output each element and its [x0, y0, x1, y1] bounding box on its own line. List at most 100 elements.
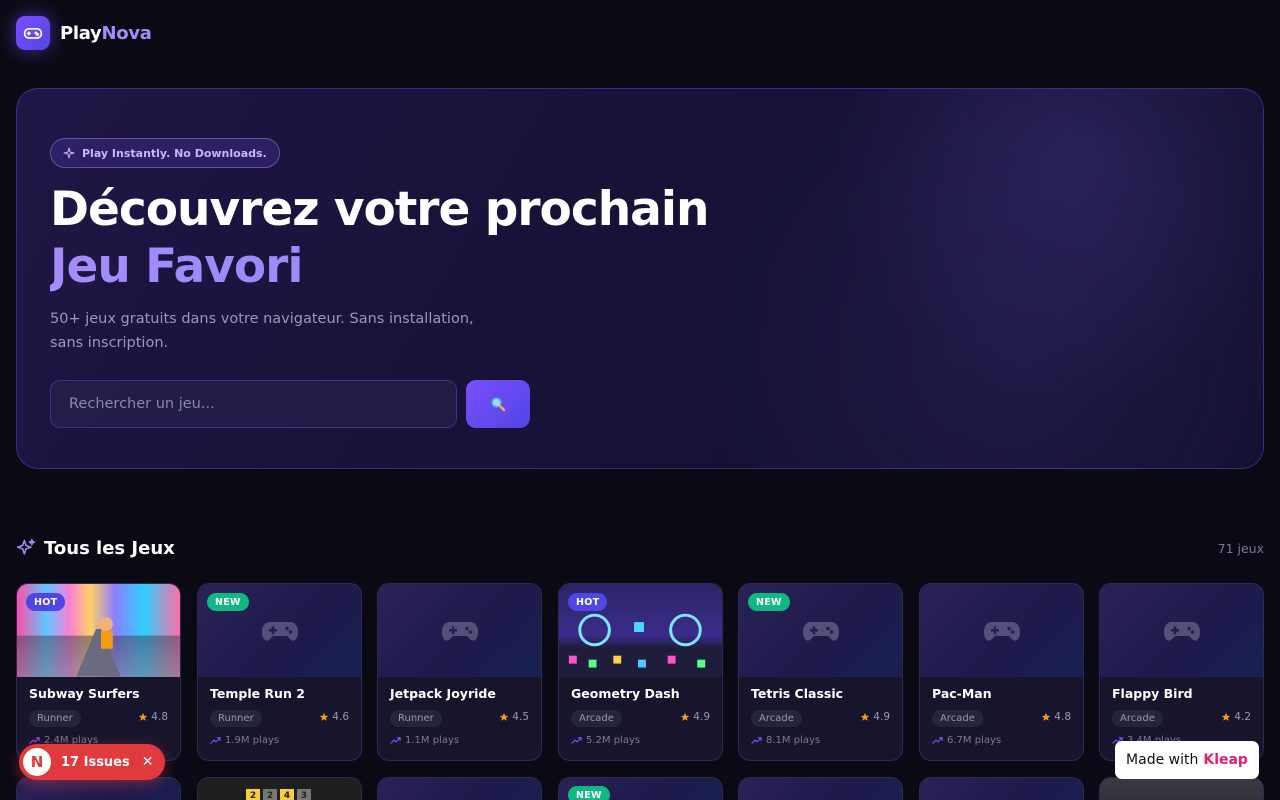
game-plays: 1.1M plays	[390, 735, 459, 746]
game-plays: 8.1M plays	[751, 735, 820, 746]
game-badge: NEW	[748, 593, 790, 611]
game-rating-value: 4.9	[693, 711, 710, 723]
search-button[interactable]	[466, 380, 530, 428]
game-genre: Runner	[210, 710, 262, 727]
game-plays-value: 5.2M plays	[586, 735, 641, 746]
trending-icon	[751, 737, 762, 744]
game-card[interactable]: HOT Geometry Dash Arcade 4.9 5.2M plays	[558, 583, 723, 761]
game-rating: 4.8	[1041, 711, 1071, 723]
game-thumbnail[interactable]	[1100, 584, 1263, 677]
game-card[interactable]: NEW Temple Run 2 Runner 4.6 1.9M plays	[197, 583, 362, 761]
hero-section: Play Instantly. No Downloads. Découvrez …	[16, 88, 1264, 469]
game-thumbnail[interactable]	[17, 778, 180, 800]
made-with-prefix: Made with	[1126, 752, 1199, 768]
star-icon	[1222, 712, 1231, 721]
game-rating-value: 4.9	[873, 711, 890, 723]
game-rating: 4.2	[1221, 711, 1251, 723]
game-plays-value: 6.7M plays	[947, 735, 1002, 746]
games-count: 71 jeux	[1217, 540, 1264, 556]
star-icon	[320, 712, 329, 721]
search-input[interactable]	[50, 380, 457, 428]
issues-avatar: N	[23, 748, 51, 776]
game-rating: 4.9	[860, 711, 890, 723]
game-card[interactable]: 2243	[197, 777, 362, 800]
logo[interactable]	[16, 16, 50, 50]
close-icon[interactable]: ✕	[142, 754, 154, 770]
game-card[interactable]	[1099, 777, 1264, 800]
star-icon	[1042, 712, 1051, 721]
game-thumbnail[interactable]	[378, 584, 541, 677]
section-header: Tous les Jeux 71 jeux	[16, 536, 1264, 560]
hero-description: 50+ jeux gratuits dans votre navigateur.…	[50, 311, 474, 351]
gamepad-icon	[261, 621, 298, 641]
game-badge: HOT	[568, 593, 608, 611]
sparkle-icon	[63, 147, 75, 159]
section-title: Tous les Jeux	[16, 538, 175, 559]
game-thumbnail[interactable]: 2243	[198, 778, 361, 800]
game-genre: Runner	[29, 710, 81, 727]
trending-icon	[571, 737, 582, 744]
number-tile: 2	[246, 789, 260, 800]
made-with-badge[interactable]: Made with Kleap	[1115, 741, 1259, 779]
trending-icon	[210, 737, 221, 744]
star-icon	[681, 712, 690, 721]
issues-label: 17 Issues	[61, 754, 130, 770]
game-card[interactable]: HOT Subway Surfers Runner 4.8 2.4M plays	[16, 583, 181, 761]
trending-icon	[932, 737, 943, 744]
game-plays: 1.9M plays	[210, 735, 279, 746]
game-card[interactable]	[16, 777, 181, 800]
gamepad-icon	[983, 621, 1020, 641]
number-tile: 2	[263, 789, 277, 800]
game-card[interactable]: NEW	[558, 777, 723, 800]
tile-strip: 2243	[246, 789, 311, 800]
game-card[interactable]: Flappy BirdArcade4.23.4M plays	[1099, 583, 1264, 761]
game-title[interactable]: Flappy Bird	[1112, 686, 1193, 701]
game-title[interactable]: Pac-Man	[932, 686, 992, 701]
game-plays-value: 1.9M plays	[225, 735, 280, 746]
game-card[interactable]: NEW Tetris Classic Arcade 4.9 8.1M plays	[738, 583, 903, 761]
game-thumbnail[interactable]	[739, 778, 902, 800]
gamepad-icon	[1163, 621, 1200, 641]
number-tile: 3	[297, 789, 311, 800]
game-thumbnail[interactable]	[1100, 778, 1263, 800]
trending-icon	[390, 737, 401, 744]
game-title[interactable]: Jetpack Joyride	[390, 686, 496, 701]
gamepad-icon	[802, 621, 839, 641]
game-title[interactable]: Temple Run 2	[210, 686, 305, 701]
star-icon	[139, 712, 148, 721]
game-rating-value: 4.5	[512, 711, 529, 723]
brand-name[interactable]: PlayNova	[60, 23, 152, 44]
game-card[interactable]	[919, 777, 1084, 800]
game-rating-value: 4.6	[332, 711, 349, 723]
section-title-text: Tous les Jeux	[44, 537, 175, 559]
game-title[interactable]: Subway Surfers	[29, 686, 140, 701]
hero-pill: Play Instantly. No Downloads.	[50, 138, 280, 168]
star-icon	[861, 712, 870, 721]
game-rating: 4.9	[680, 711, 710, 723]
hero-title-line2: Jeu Favori	[50, 238, 708, 295]
game-thumbnail[interactable]	[378, 778, 541, 800]
game-rating: 4.5	[499, 711, 529, 723]
game-card[interactable]	[738, 777, 903, 800]
game-genre: Runner	[390, 710, 442, 727]
hero-title: Découvrez votre prochain Jeu Favori	[50, 181, 709, 295]
made-with-brand: Kleap	[1203, 752, 1248, 768]
game-badge: NEW	[568, 786, 610, 800]
game-badge: HOT	[26, 593, 66, 611]
game-plays-value: 8.1M plays	[766, 735, 821, 746]
game-card[interactable]	[377, 777, 542, 800]
gamepad-icon	[441, 621, 478, 641]
gamepad-icon	[23, 28, 43, 39]
hero-title-line1: Découvrez votre prochain	[50, 182, 709, 237]
game-title[interactable]: Tetris Classic	[751, 686, 843, 701]
issues-badge[interactable]: N 17 Issues ✕	[19, 744, 166, 780]
game-card[interactable]: Jetpack Joyride Runner 4.5 1.1M plays	[377, 583, 542, 761]
game-title[interactable]: Geometry Dash	[571, 686, 680, 701]
number-tile: 4	[280, 789, 294, 800]
game-thumbnail[interactable]	[920, 584, 1083, 677]
game-genre: Arcade	[1112, 710, 1163, 727]
game-rating-value: 4.2	[1234, 711, 1251, 723]
game-thumbnail[interactable]	[920, 778, 1083, 800]
star-icon	[500, 712, 509, 721]
game-card[interactable]: Pac-Man Arcade 4.8 6.7M plays	[919, 583, 1084, 761]
